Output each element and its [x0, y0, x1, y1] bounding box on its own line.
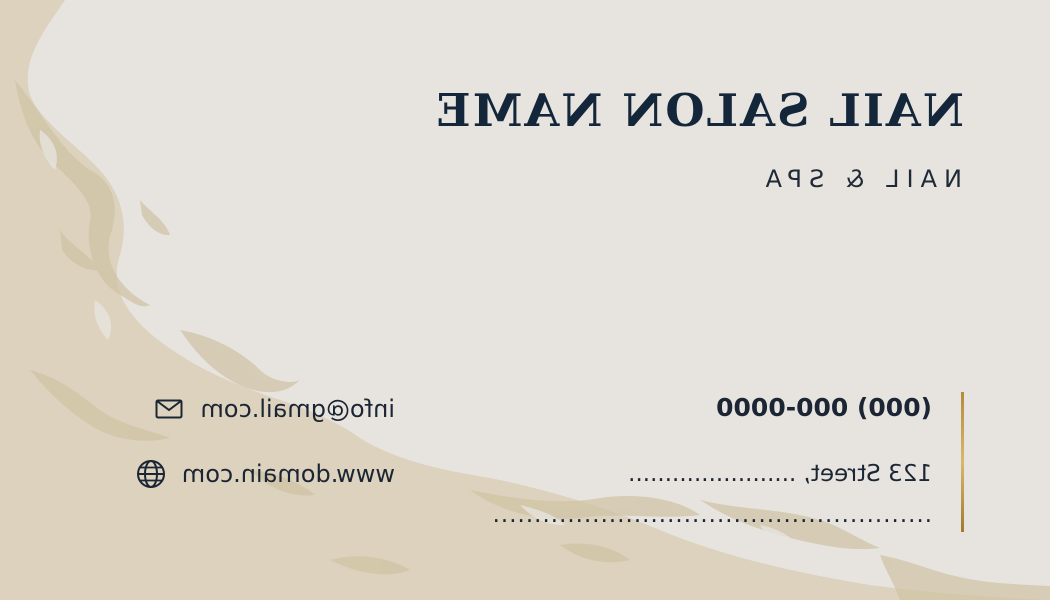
address-line-1: 123 Street, ....................... [628, 461, 932, 487]
salon-tagline: NAIL & SPA [758, 165, 962, 193]
envelope-icon [154, 394, 184, 424]
phone-number: (000) 000-0000 [716, 393, 932, 422]
mirrored-design: NAIL SALON NAME NAIL & SPA (000) 000-000… [0, 0, 1050, 600]
email-address[interactable]: info@gmail.com [200, 395, 395, 423]
business-card: NAIL SALON NAME NAIL & SPA (000) 000-000… [0, 0, 1050, 600]
website-row: www.domain.com [136, 459, 395, 489]
salon-name: NAIL SALON NAME [434, 84, 964, 137]
email-row: info@gmail.com [154, 394, 395, 424]
globe-icon [136, 459, 166, 489]
website-url[interactable]: www.domain.com [182, 460, 395, 488]
address-line-2: ........................................… [491, 502, 933, 528]
accent-divider [961, 392, 964, 532]
